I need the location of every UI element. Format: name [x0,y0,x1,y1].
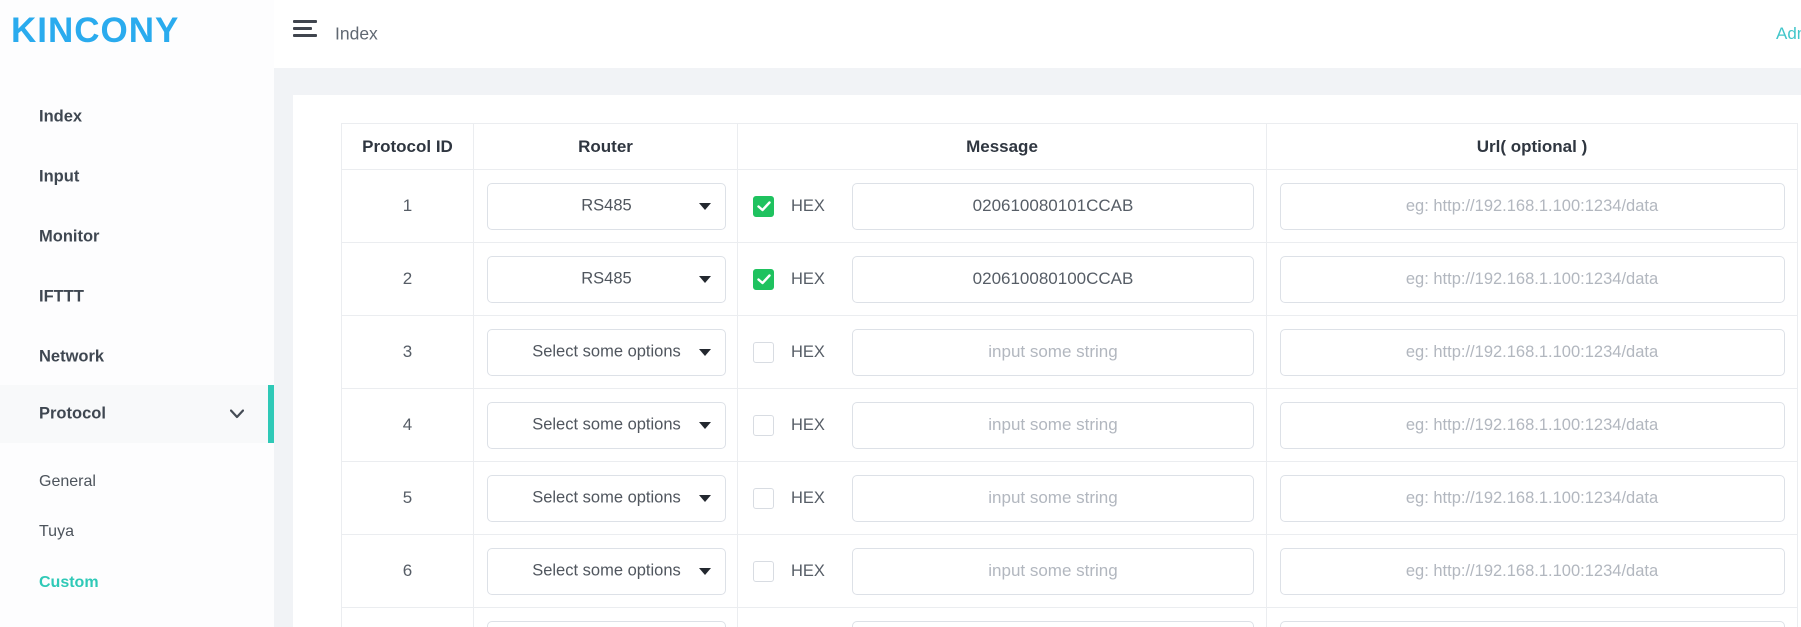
router-select[interactable]: Select some options [487,475,726,522]
protocol-id-cell: 5 [342,462,474,535]
topbar-title: Index [335,24,378,45]
router-select-value: Select some options [488,562,725,581]
table-header-row: Protocol ID Router Message Url( optional… [342,124,1798,170]
header-router: Router [474,124,738,170]
table-row: 3 Select some options HEX [342,316,1798,389]
sidebar-item-tuya[interactable]: Tuya [39,523,74,541]
hex-checkbox[interactable] [753,269,774,290]
url-input[interactable] [1280,183,1785,230]
url-input[interactable] [1280,402,1785,449]
checkmark-icon [757,201,771,212]
router-select-value: Select some options [488,416,725,435]
protocol-id-cell: 2 [342,243,474,316]
protocol-id-cell: 6 [342,535,474,608]
caret-down-icon [699,203,711,210]
router-select[interactable]: Select some options [487,402,726,449]
sidebar: KINCONY Index Input Monitor IFTTT Networ… [0,0,274,627]
admin-link[interactable]: Admin [1776,24,1801,44]
table-row: 6 Select some options HEX [342,535,1798,608]
router-select-value: RS485 [488,197,725,216]
checkmark-icon [757,274,771,285]
hex-checkbox[interactable] [753,415,774,436]
url-input[interactable] [1280,548,1785,595]
table-row: 2 RS485 HEX [342,243,1798,316]
caret-down-icon [699,422,711,429]
hex-checkbox[interactable] [753,196,774,217]
message-input[interactable] [852,402,1254,449]
hamburger-icon [293,20,317,23]
url-input[interactable] [1280,256,1785,303]
header-protocol-id: Protocol ID [342,124,474,170]
hex-label: HEX [791,197,827,216]
kincony-logo: KINCONY [11,11,179,51]
router-select[interactable]: Select some options [487,329,726,376]
caret-down-icon [699,568,711,575]
menu-toggle-button[interactable] [293,20,317,37]
chevron-down-icon [230,410,244,419]
caret-down-icon [699,349,711,356]
topbar: Index Admin [274,0,1801,68]
router-select-value: Select some options [488,489,725,508]
sidebar-item-protocol-label: Protocol [39,405,106,424]
hex-checkbox[interactable] [753,488,774,509]
protocol-id-cell: 1 [342,170,474,243]
router-select-value: RS485 [488,270,725,289]
sidebar-item-custom[interactable]: Custom [39,574,99,592]
header-message: Message [738,124,1267,170]
router-select[interactable]: RS485 [487,256,726,303]
sidebar-item-monitor[interactable]: Monitor [39,228,99,247]
hex-label: HEX [791,416,827,435]
router-select-value: Select some options [488,343,725,362]
protocol-id-cell: 3 [342,316,474,389]
table-row: 4 Select some options HEX [342,389,1798,462]
hex-label: HEX [791,562,827,581]
table-row: 1 RS485 HEX [342,170,1798,243]
message-input[interactable] [852,256,1254,303]
content-card: Protocol ID Router Message Url( optional… [293,95,1801,627]
hex-checkbox[interactable] [753,342,774,363]
header-url: Url( optional ) [1267,124,1798,170]
custom-protocol-page: { "brand": { "logo_text": "KINCONY", "lo… [0,0,1801,627]
protocol-id-cell: 7 [342,608,474,627]
url-input[interactable] [1280,475,1785,522]
router-select[interactable]: RS485 [487,183,726,230]
hex-label: HEX [791,489,827,508]
hex-label: HEX [791,343,827,362]
sidebar-item-input[interactable]: Input [39,168,79,187]
main-content: Protocol ID Router Message Url( optional… [274,68,1801,627]
router-select[interactable]: Select some options [487,548,726,595]
message-input[interactable] [852,475,1254,522]
url-input[interactable] [1280,621,1785,627]
hex-label: HEX [791,270,827,289]
router-select[interactable]: Select some options [487,621,726,627]
message-input[interactable] [852,621,1254,627]
url-input[interactable] [1280,329,1785,376]
table-row: 5 Select some options HEX [342,462,1798,535]
protocol-id-cell: 4 [342,389,474,462]
sidebar-item-index[interactable]: Index [39,108,82,127]
message-input[interactable] [852,548,1254,595]
active-menu-indicator [268,385,274,443]
table-row: 7 Select some options HEX [342,608,1798,627]
protocol-table-body: 1 RS485 HEX 2 RS4 [342,170,1798,627]
protocol-table: Protocol ID Router Message Url( optional… [341,123,1798,627]
message-input[interactable] [852,329,1254,376]
sidebar-item-general[interactable]: General [39,473,96,491]
caret-down-icon [699,276,711,283]
caret-down-icon [699,495,711,502]
sidebar-item-protocol[interactable]: Protocol [0,385,274,443]
message-input[interactable] [852,183,1254,230]
sidebar-item-ifttt[interactable]: IFTTT [39,288,84,307]
hex-checkbox[interactable] [753,561,774,582]
sidebar-item-network[interactable]: Network [39,348,104,367]
